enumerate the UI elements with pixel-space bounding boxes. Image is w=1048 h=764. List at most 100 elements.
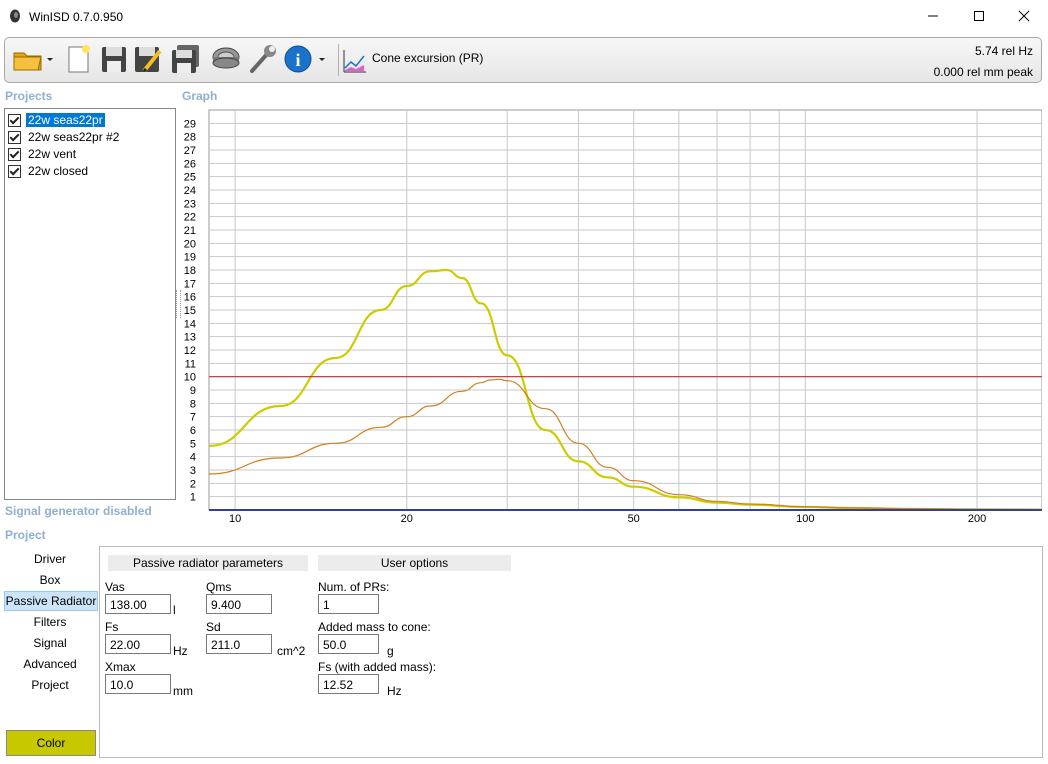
y-tick-label: 25 — [184, 172, 196, 184]
maximize-button[interactable] — [956, 0, 1002, 32]
options-button[interactable] — [245, 42, 279, 76]
num-prs-label: Num. of PRs: — [318, 580, 390, 594]
vas-label: Vas — [105, 580, 125, 594]
open-project-button[interactable] — [11, 42, 55, 76]
y-tick-label: 15 — [184, 305, 196, 317]
minimize-button[interactable] — [910, 0, 956, 32]
info-icon: i — [284, 45, 325, 73]
sd-input[interactable]: 211.0 — [206, 634, 272, 654]
fs-label: Fs — [105, 620, 119, 634]
nav-project[interactable]: Project — [4, 676, 96, 694]
project-checkbox[interactable] — [8, 113, 21, 127]
save-all-icon — [172, 45, 199, 73]
y-tick-label: 17 — [184, 278, 196, 290]
y-tick-label: 4 — [190, 452, 196, 464]
nav-signal[interactable]: Signal — [4, 634, 96, 652]
fs-input[interactable]: 22.00 — [105, 634, 171, 654]
qms-label: Qms — [206, 580, 232, 594]
fs-added-mass-unit: Hz — [387, 684, 402, 698]
y-tick-label: 14 — [184, 318, 196, 330]
chart-line-icon — [343, 50, 366, 73]
nav-box[interactable]: Box — [4, 571, 96, 589]
project-item[interactable]: 22w vent — [8, 146, 78, 162]
project-item[interactable]: 22w seas22pr #2 — [8, 129, 121, 145]
project-checkbox[interactable] — [8, 164, 21, 178]
y-tick-label: 10 — [184, 372, 196, 384]
qms-input[interactable]: 9.400 — [206, 594, 272, 614]
nav-filters[interactable]: Filters — [4, 613, 96, 631]
save-edit-icon — [135, 47, 162, 73]
project-item[interactable]: 22w seas22pr — [8, 112, 106, 128]
maximize-icon — [974, 11, 984, 21]
added-mass-unit: g — [387, 644, 394, 658]
y-tick-label: 26 — [184, 158, 196, 170]
y-tick-label: 21 — [184, 225, 196, 237]
y-tick-label: 18 — [184, 265, 196, 277]
pr-params-header: Passive radiator parameters — [108, 555, 308, 571]
fs-unit: Hz — [173, 644, 188, 658]
y-tick-label: 27 — [184, 145, 196, 157]
graph-mode-label[interactable]: Cone excursion (PR) — [372, 51, 483, 65]
project-section-label: Project — [5, 528, 46, 542]
y-tick-label: 16 — [184, 292, 196, 304]
y-tick-label: 20 — [184, 238, 196, 250]
vas-unit: l — [173, 603, 176, 617]
added-mass-input[interactable]: 50.0 — [318, 634, 379, 654]
save-as-button[interactable] — [131, 42, 165, 76]
nav-advanced[interactable]: Advanced — [4, 655, 96, 673]
y-tick-label: 5 — [190, 438, 196, 450]
sd-label: Sd — [206, 620, 221, 634]
toolbar: i Cone excursion (PR) 5.74 rel Hz 0.000 … — [4, 37, 1042, 83]
project-item[interactable]: 22w closed — [8, 163, 90, 179]
y-tick-label: 6 — [190, 425, 196, 437]
y-tick-label: 1 — [190, 492, 196, 504]
nav-driver[interactable]: Driver — [4, 550, 96, 568]
xmax-input[interactable]: 10.0 — [105, 674, 171, 694]
xmax-label: Xmax — [105, 660, 136, 674]
cursor-excursion-readout: 0.000 rel mm peak — [933, 65, 1033, 79]
xmax-unit: mm — [173, 684, 193, 698]
projects-list[interactable]: 22w seas22pr 22w seas22pr #2 22w vent 22… — [4, 108, 176, 500]
cursor-frequency-readout: 5.74 rel Hz — [974, 44, 1033, 58]
window-title: WinISD 0.7.0.950 — [29, 10, 124, 24]
y-tick-label: 11 — [185, 358, 196, 370]
color-button[interactable]: Color — [6, 730, 96, 756]
project-checkbox[interactable] — [8, 130, 21, 144]
driver-editor-button[interactable] — [209, 42, 243, 76]
x-tick-label: 100 — [796, 513, 814, 525]
nav-passive-radiator[interactable]: Passive Radiator — [4, 591, 98, 611]
y-tick-label: 19 — [184, 252, 196, 264]
y-tick-label: 12 — [184, 345, 196, 357]
cone-excursion-chart[interactable]: 1234567891011121314151617181920212223242… — [180, 106, 1042, 526]
about-button[interactable]: i — [283, 42, 331, 76]
projects-label: Projects — [5, 89, 53, 103]
save-button[interactable] — [97, 42, 131, 76]
wrench-icon — [250, 45, 276, 73]
vas-input[interactable]: 138.00 — [105, 594, 171, 614]
close-button[interactable] — [1001, 0, 1047, 32]
close-icon — [1018, 10, 1030, 22]
toolbar-separator — [338, 44, 339, 76]
new-project-button[interactable] — [61, 42, 95, 76]
y-tick-label: 28 — [184, 132, 196, 144]
passive-radiator-panel: Passive radiator parameters User options… — [99, 546, 1043, 758]
x-tick-label: 10 — [229, 513, 241, 525]
x-tick-label: 50 — [628, 513, 640, 525]
x-tick-label: 20 — [401, 513, 413, 525]
project-checkbox[interactable] — [8, 147, 21, 161]
fs-added-mass-label: Fs (with added mass): — [318, 660, 437, 674]
y-tick-label: 29 — [184, 118, 196, 130]
fs-added-mass-input[interactable]: 12.52 — [318, 674, 379, 694]
app-logo-icon — [10, 9, 20, 23]
graph-type-button[interactable] — [342, 48, 368, 74]
save-all-button[interactable] — [169, 42, 203, 76]
folder-icon — [13, 52, 53, 71]
y-tick-label: 8 — [190, 398, 196, 410]
graph-label: Graph — [182, 89, 218, 103]
floppy-disk-icon — [102, 47, 126, 72]
y-tick-label: 13 — [184, 332, 196, 344]
project-name: 22w vent — [28, 147, 77, 161]
project-name: 22w closed — [28, 164, 89, 178]
minimize-icon — [928, 15, 938, 17]
num-prs-input[interactable]: 1 — [318, 594, 379, 614]
